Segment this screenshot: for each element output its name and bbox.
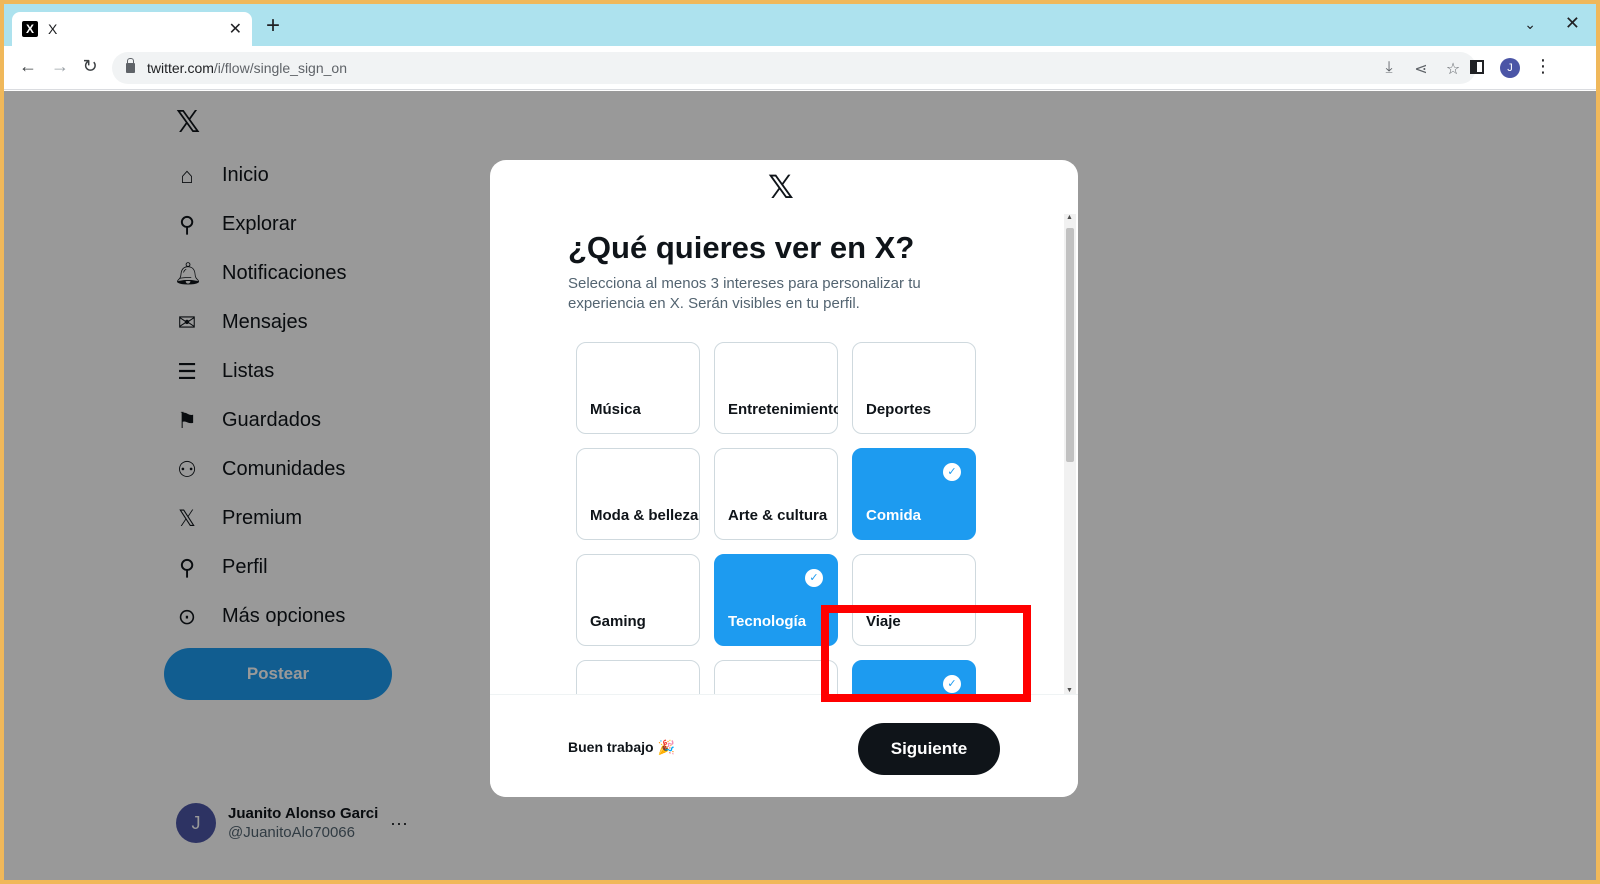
tab-title: X <box>48 21 58 37</box>
back-arrow-icon[interactable]: ← <box>16 56 40 77</box>
lock-icon <box>126 58 135 73</box>
interest-card[interactable]: ✓ Comida <box>852 448 976 540</box>
browser-menu-icon[interactable]: ⋮ <box>1534 56 1552 77</box>
interest-card[interactable]: Arte & cultura <box>714 448 838 540</box>
interest-card[interactable]: ✓ <box>852 660 976 694</box>
interest-label: Deportes <box>866 401 932 418</box>
bookmark-star-icon[interactable]: ☆ <box>1444 59 1462 79</box>
scrollbar[interactable]: ▲ ▼ <box>1064 214 1076 694</box>
checkmark-icon: ✓ <box>943 675 961 693</box>
modal-scroll-area[interactable]: ¿Qué quieres ver en X? Selecciona al men… <box>490 214 1078 694</box>
browser-profile-avatar[interactable]: J <box>1500 58 1520 78</box>
browser-window: X X ✕ + ⌄ ✕ ← → ↻ twitter.com/i/flow/sin… <box>4 4 1596 880</box>
side-panel-icon[interactable] <box>1470 60 1484 74</box>
interest-card[interactable]: Gaming <box>576 554 700 646</box>
checkmark-icon: ✓ <box>943 463 961 481</box>
x-favicon-icon: X <box>22 21 38 37</box>
interest-card[interactable] <box>714 660 838 694</box>
interest-label: Música <box>590 401 641 418</box>
modal-title: ¿Qué quieres ver en X? <box>568 230 915 265</box>
interest-label: Comida <box>866 507 922 524</box>
browser-toolbar: ← → ↻ twitter.com/i/flow/single_sign_on … <box>4 46 1596 90</box>
url-text: twitter.com/i/flow/single_sign_on <box>147 60 347 76</box>
interest-card[interactable] <box>576 660 700 694</box>
address-bar[interactable]: twitter.com/i/flow/single_sign_on ⤓ ⋖ ☆ <box>112 52 1476 84</box>
next-button[interactable]: Siguiente <box>858 723 1000 775</box>
new-tab-icon[interactable]: + <box>266 14 280 38</box>
x-logo-icon: 𝕏 <box>768 169 794 205</box>
interests-modal: 𝕏 ¿Qué quieres ver en X? Selecciona al m… <box>490 160 1078 797</box>
interest-card[interactable]: Entretenimiento <box>714 342 838 434</box>
browser-tab[interactable]: X X ✕ <box>12 12 252 46</box>
checkmark-icon: ✓ <box>805 569 823 587</box>
interest-label: Moda & belleza <box>590 507 699 524</box>
tab-close-icon[interactable]: ✕ <box>229 19 242 39</box>
window-close-icon[interactable]: ✕ <box>1565 13 1580 34</box>
modal-footer: Buen trabajo 🎉 Siguiente <box>490 694 1078 797</box>
modal-subtitle: Selecciona al menos 3 intereses para per… <box>568 275 921 312</box>
interest-card[interactable]: Viaje <box>852 554 976 646</box>
interest-label: Arte & cultura <box>728 507 828 524</box>
interest-label: Viaje <box>866 613 901 630</box>
scrollbar-thumb[interactable] <box>1066 228 1074 462</box>
interest-card[interactable]: Deportes <box>852 342 976 434</box>
scroll-up-arrow-icon[interactable]: ▲ <box>1066 214 1073 221</box>
interest-card[interactable]: Moda & belleza <box>576 448 700 540</box>
interest-label: Tecnología <box>728 613 807 630</box>
interest-card[interactable]: Música <box>576 342 700 434</box>
footer-message: Buen trabajo 🎉 <box>568 739 675 755</box>
interest-label: Gaming <box>590 613 646 630</box>
tab-strip: X X ✕ + ⌄ ✕ <box>4 4 1596 46</box>
forward-arrow-icon[interactable]: → <box>48 56 72 77</box>
interest-label: Entretenimiento <box>728 401 838 418</box>
page-viewport: 𝕏 ⌂ Inicio ⚲ Explorar 🔔︎ Notificaciones ✉ Me… <box>4 91 1596 880</box>
scroll-down-arrow-icon[interactable]: ▼ <box>1066 687 1073 694</box>
tab-search-chevron-icon[interactable]: ⌄ <box>1524 16 1536 33</box>
share-icon[interactable]: ⋖ <box>1412 59 1430 79</box>
interest-card[interactable]: ✓ Tecnología <box>714 554 838 646</box>
install-app-icon[interactable]: ⤓ <box>1380 59 1398 79</box>
reload-icon[interactable]: ↻ <box>78 56 102 77</box>
